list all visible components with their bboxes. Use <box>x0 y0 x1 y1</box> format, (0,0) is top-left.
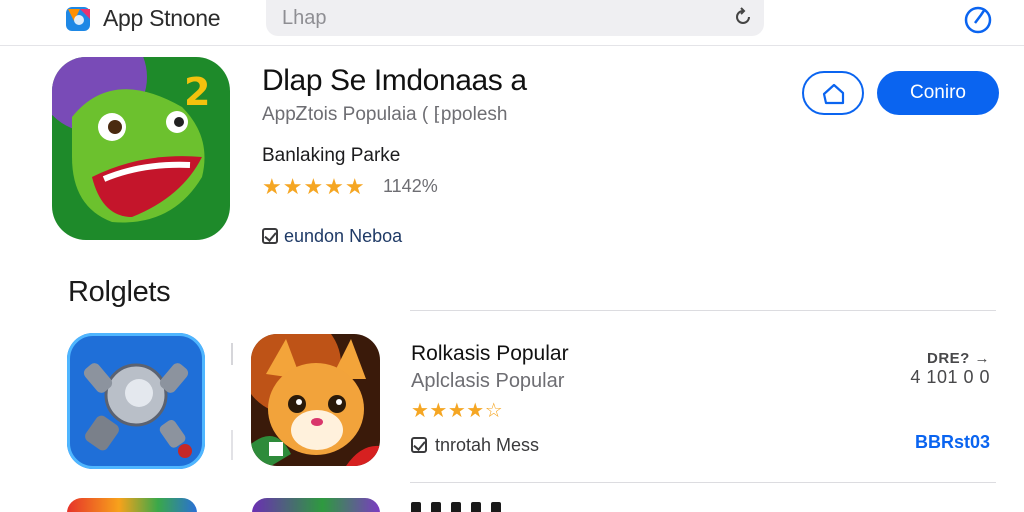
featured-app-subtitle: AppᏃtois Populaia ( ⁅ppolesh <box>262 104 508 125</box>
app-meta-label: DRE? → <box>927 350 990 367</box>
divider <box>410 310 996 311</box>
checkbox-icon <box>262 228 278 244</box>
svg-text:2: 2 <box>184 70 210 114</box>
featured-app-developer[interactable]: Banlaking Parke <box>262 145 400 167</box>
app-subtitle: Aplclasis Popular <box>411 370 565 392</box>
featured-app-title[interactable]: Dlap Se Imdonaas a <box>262 64 527 98</box>
featured-rating-count: 1142% <box>383 176 438 196</box>
app-title-partial <box>411 502 531 512</box>
divider <box>410 482 996 483</box>
app-icon-fox[interactable] <box>251 334 380 466</box>
app-icon-partial[interactable] <box>67 498 197 512</box>
featured-app-icon[interactable]: 2 <box>52 57 230 240</box>
featured-note: eundon Neboa <box>262 226 402 247</box>
app-get-button[interactable]: BBRst03 <box>915 432 990 453</box>
app-icon-robot[interactable] <box>67 333 205 469</box>
app-meta-value: 4 101 0 0 <box>910 367 990 387</box>
confirm-button[interactable]: Coniro <box>877 71 999 115</box>
app-store-logo-icon[interactable] <box>64 3 94 33</box>
search-input[interactable]: Lhap <box>282 7 327 30</box>
app-icon-partial[interactable] <box>252 498 380 512</box>
app-rating-stars: ★★★★☆ <box>411 400 504 422</box>
reload-icon[interactable] <box>732 6 754 28</box>
featured-rating-stars: ★★★★★ <box>262 174 366 199</box>
divider <box>231 430 233 460</box>
search-bar[interactable]: Lhap <box>266 0 764 36</box>
app-note-label: tnrotah Mess <box>435 435 540 455</box>
store-title: App Stnone <box>103 5 221 31</box>
compass-icon[interactable] <box>963 3 995 35</box>
home-icon <box>822 83 845 105</box>
app-title[interactable]: Rolkasis Popular <box>411 342 569 366</box>
app-note: tnrotah Mess <box>411 435 539 456</box>
home-button[interactable] <box>802 71 864 115</box>
checkbox-icon <box>411 437 427 453</box>
featured-note-label: eundon Neboa <box>284 226 403 246</box>
divider <box>231 343 233 365</box>
top-bar: App Stnone Lhap <box>0 0 1024 46</box>
section-title: Rolglets <box>68 276 171 308</box>
